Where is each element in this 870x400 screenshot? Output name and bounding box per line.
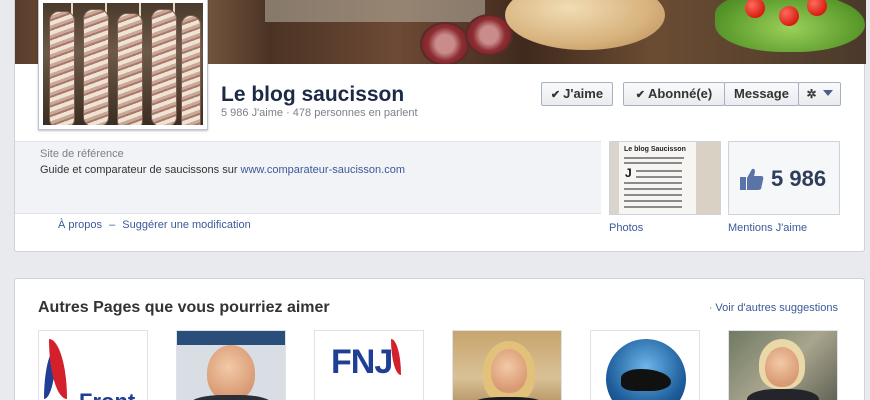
suggested-page-thumbnail[interactable] bbox=[590, 330, 700, 400]
cover-tomato bbox=[779, 6, 799, 26]
about-description: Guide et comparateur de saucissons sur w… bbox=[40, 164, 405, 176]
likes-count: 5 986 bbox=[771, 166, 827, 191]
suggested-page-thumbnail[interactable] bbox=[728, 330, 838, 400]
suggestions-title: Autres Pages que vous pourriez aimer bbox=[38, 299, 330, 316]
like-button-label: J'aime bbox=[563, 86, 604, 101]
hanging-sausage bbox=[151, 9, 177, 125]
suggested-page-logo-text: FNJ bbox=[331, 343, 393, 381]
photo-doc-line bbox=[624, 188, 682, 190]
photo-doc-line bbox=[624, 162, 682, 164]
suggested-page-thumbnail[interactable]: FNJ bbox=[314, 330, 424, 400]
photo-doc-line bbox=[636, 170, 682, 172]
profile-picture-image bbox=[43, 3, 203, 125]
about-link[interactable]: À propos bbox=[58, 219, 102, 231]
profile-picture[interactable] bbox=[38, 0, 208, 130]
likes-tile[interactable]: 5 986 bbox=[728, 141, 840, 215]
person-shirt bbox=[191, 395, 271, 400]
suggested-page-thumbnail[interactable] bbox=[452, 330, 562, 400]
follow-button[interactable]: ✔ Abonné(e) bbox=[623, 82, 725, 106]
page-header-card: Le blog saucisson 5 986 J'aime · 478 per… bbox=[14, 0, 866, 252]
suggested-page-logo-text: Front bbox=[79, 389, 135, 400]
bullet: · bbox=[708, 302, 713, 314]
about-label: Site de référence bbox=[40, 148, 124, 160]
hanging-sausage bbox=[49, 11, 75, 125]
person-shirt bbox=[747, 389, 819, 400]
website-link[interactable]: www.comparateur-saucisson.com bbox=[241, 164, 405, 176]
about-links: À propos – Suggérer une modification bbox=[58, 219, 251, 231]
photos-tile[interactable]: Le blog Saucisson J bbox=[609, 141, 721, 215]
cover-board bbox=[265, 0, 485, 22]
hanging-sausage bbox=[83, 9, 109, 125]
person-photo bbox=[491, 349, 527, 393]
about-section: Site de référence Guide et comparateur d… bbox=[15, 141, 601, 214]
check-icon: ✔ bbox=[550, 89, 561, 101]
suggest-edit-link[interactable]: Suggérer une modification bbox=[122, 219, 250, 231]
photos-thumbnail: Le blog Saucisson J bbox=[610, 142, 720, 214]
settings-dropdown-button[interactable]: ✲ bbox=[798, 82, 841, 106]
photo-doc-line bbox=[624, 206, 682, 208]
person-photo bbox=[207, 345, 255, 400]
photo-doc-line bbox=[624, 194, 682, 196]
photo-doc-line bbox=[624, 200, 682, 202]
page-title[interactable]: Le blog saucisson bbox=[221, 83, 404, 107]
flame-logo bbox=[49, 339, 67, 399]
person-photo bbox=[765, 347, 799, 387]
photo-doc-line bbox=[624, 157, 684, 159]
suggested-page-thumbnail[interactable]: Front bbox=[38, 330, 148, 400]
gear-icon: ✲ bbox=[806, 87, 817, 101]
photo-doc-line bbox=[624, 182, 682, 184]
flame-logo bbox=[391, 339, 401, 375]
message-button-label: Message bbox=[734, 86, 789, 101]
photo-doc-title: Le blog Saucisson bbox=[624, 146, 686, 153]
photos-caption[interactable]: Photos bbox=[609, 222, 643, 234]
suggested-page-thumbnail[interactable] bbox=[176, 330, 286, 400]
cover-bread bbox=[505, 0, 665, 50]
likes-caption[interactable]: Mentions J'aime bbox=[728, 222, 807, 234]
separator: – bbox=[109, 219, 116, 231]
like-button[interactable]: ✔ J'aime bbox=[541, 82, 613, 106]
about-text: Guide et comparateur de saucissons sur bbox=[40, 164, 241, 176]
check-icon: ✔ bbox=[635, 89, 645, 101]
chevron-down-icon bbox=[822, 90, 833, 96]
hanging-sausage bbox=[181, 15, 201, 125]
suggestions-card: Autres Pages que vous pourriez aimer · Vo… bbox=[14, 278, 865, 400]
follow-button-label: Abonné(e) bbox=[647, 86, 713, 101]
photo-doc-letter: J bbox=[625, 166, 632, 180]
thumbs-up-icon bbox=[740, 168, 764, 190]
more-suggestions-link[interactable]: Voir d'autres suggestions bbox=[715, 302, 838, 314]
hanging-sausage bbox=[117, 13, 143, 125]
more-suggestions: · Voir d'autres suggestions bbox=[709, 302, 838, 314]
message-button[interactable]: Message bbox=[724, 82, 799, 106]
photo-doc-line bbox=[636, 176, 682, 178]
cover-sausage-slice bbox=[420, 22, 470, 64]
page-stats: 5 986 J'aime · 478 personnes en parlent bbox=[221, 107, 418, 119]
